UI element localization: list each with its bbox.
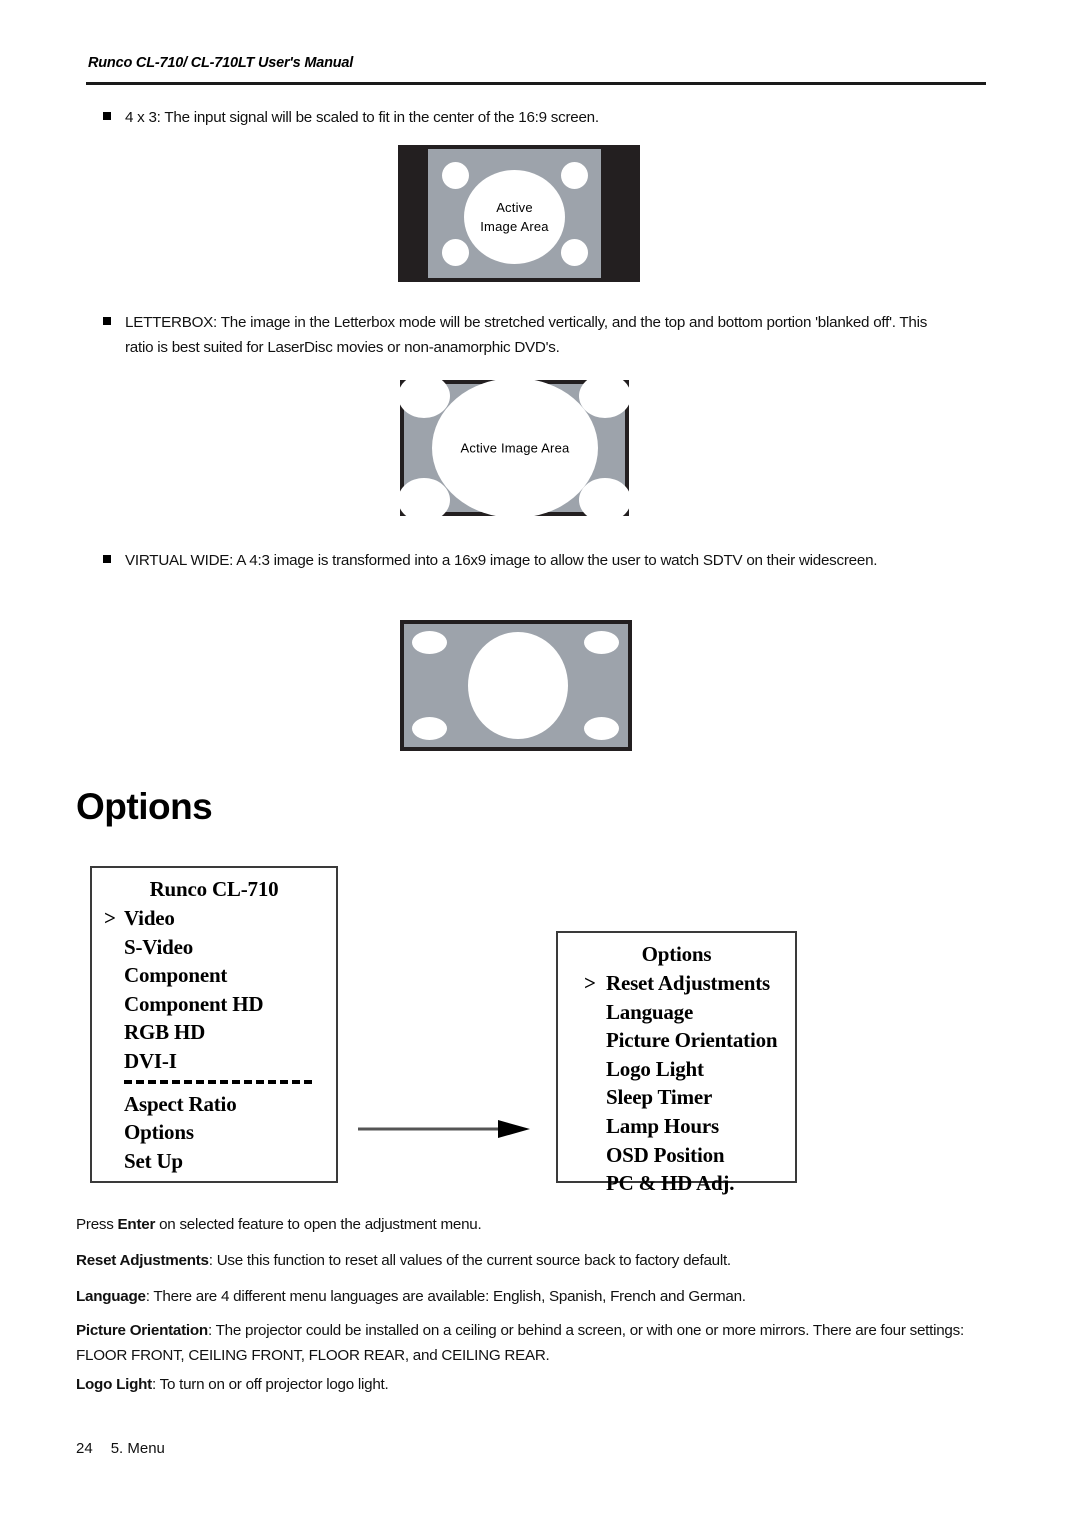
term-picture-orientation: Picture Orientation	[76, 1322, 208, 1339]
active-image-label: Active Image Area	[460, 440, 570, 456]
osd-item-label: Aspect Ratio	[124, 1091, 237, 1116]
active-image-label-line1: Active	[496, 200, 533, 215]
paragraph-language: Language: There are 4 different menu lan…	[76, 1284, 966, 1309]
corner-dot-bottom-left	[398, 478, 450, 522]
osd-item-label: Picture Orientation	[606, 1028, 778, 1053]
selection-caret-icon: >	[584, 971, 596, 995]
corner-dot-bottom-left	[412, 717, 447, 740]
osd-item-label: PC & HD Adj.	[606, 1171, 735, 1196]
bullet-text: LETTERBOX: The image in the Letterbox mo…	[125, 314, 928, 356]
active-image-blob	[468, 632, 568, 739]
page-footer: 24 5. Menu	[76, 1440, 165, 1457]
osd-item-aspect-ratio[interactable]: Aspect Ratio	[92, 1090, 336, 1119]
osd-item-logo-light[interactable]: Logo Light	[558, 1055, 795, 1084]
corner-dot-bottom-right	[561, 239, 588, 266]
running-header: Runco CL-710/ CL-710LT User's Manual	[88, 55, 354, 71]
osd-item-sleep-timer[interactable]: Sleep Timer	[558, 1083, 795, 1112]
active-image-label-line2: Image Area	[480, 219, 549, 234]
document-page: Runco CL-710/ CL-710LT User's Manual 4 x…	[0, 0, 1080, 1528]
paragraph-logo-light: Logo Light: To turn on or off projector …	[76, 1372, 956, 1397]
active-image-label: Active Image Area	[464, 198, 565, 236]
active-image-blob: Active Image Area	[464, 170, 565, 264]
bullet-paragraph-letterbox: LETTERBOX: The image in the Letterbox mo…	[103, 310, 955, 360]
osd-item-dvi-i[interactable]: DVI-I	[92, 1047, 336, 1076]
paragraph-picture-orientation: Picture Orientation: The projector could…	[76, 1318, 971, 1368]
footer-chapter: 5. Menu	[110, 1440, 165, 1457]
term-language: Language	[76, 1288, 146, 1305]
diagram-4x3-field: Active Image Area	[428, 149, 601, 278]
osd-item-label: S-Video	[124, 934, 193, 959]
paragraph-press-enter: Press Enter on selected feature to open …	[76, 1212, 956, 1237]
osd-item-reset-adjustments[interactable]: > Reset Adjustments	[558, 969, 795, 998]
osd-item-lamp-hours[interactable]: Lamp Hours	[558, 1112, 795, 1141]
footer-page-number: 24	[76, 1440, 93, 1457]
osd-item-label: Reset Adjustments	[606, 971, 771, 995]
osd-item-label: OSD Position	[606, 1142, 725, 1167]
bullet-paragraph-4x3: 4 x 3: The input signal will be scaled t…	[103, 105, 955, 130]
osd-item-osd-position[interactable]: OSD Position	[558, 1141, 795, 1170]
section-heading-options: Options	[76, 786, 213, 827]
osd-item-picture-orientation[interactable]: Picture Orientation	[558, 1026, 795, 1055]
term-reset-adjustments: Reset Adjustments	[76, 1252, 209, 1269]
osd-item-label: Language	[606, 999, 694, 1024]
osd-menu-main-title: Runco CL-710	[149, 877, 279, 901]
corner-dot-top-right	[584, 631, 619, 654]
osd-menu-divider	[124, 1079, 312, 1084]
osd-item-language[interactable]: Language	[558, 998, 795, 1027]
osd-item-label: Logo Light	[606, 1056, 704, 1081]
bullet-text: 4 x 3: The input signal will be scaled t…	[125, 109, 599, 126]
osd-item-label: Component HD	[124, 991, 264, 1016]
press-enter-key: Enter	[117, 1216, 156, 1233]
osd-item-component-hd[interactable]: Component HD	[92, 990, 336, 1019]
corner-dot-bottom-left	[442, 239, 469, 266]
osd-item-s-video[interactable]: S-Video	[92, 933, 336, 962]
osd-item-video[interactable]: > Video	[92, 904, 336, 933]
osd-item-label: Lamp Hours	[606, 1113, 719, 1138]
corner-dot-top-right	[561, 162, 588, 189]
definition-reset-adjustments: : Use this function to reset all values …	[208, 1252, 731, 1269]
osd-item-pc-hd-adj[interactable]: PC & HD Adj.	[558, 1169, 795, 1198]
osd-item-rgb-hd[interactable]: RGB HD	[92, 1018, 336, 1047]
osd-item-label: Component	[124, 963, 228, 988]
paragraph-reset-adjustments: Reset Adjustments: Use this function to …	[76, 1248, 966, 1273]
active-image-blob: Active Image Area	[432, 378, 598, 518]
definition-language: : There are 4 different menu languages a…	[145, 1288, 746, 1305]
osd-item-label: RGB HD	[124, 1020, 206, 1045]
square-bullet-icon	[103, 317, 111, 325]
header-rule	[86, 82, 986, 85]
diagram-4x3: Active Image Area	[398, 145, 640, 282]
corner-dot-top-right	[579, 374, 631, 418]
osd-menu-main: Runco CL-710 > Video S-Video Component C…	[90, 866, 338, 1183]
bullet-paragraph-virtual-wide: VIRTUAL WIDE: A 4:3 image is transformed…	[103, 548, 940, 573]
osd-item-component[interactable]: Component	[92, 961, 336, 990]
osd-menu-options-title: Options	[641, 942, 712, 966]
osd-item-options[interactable]: Options	[92, 1118, 336, 1147]
definition-picture-orientation: : The projector could be installed on a …	[76, 1322, 964, 1364]
corner-dot-bottom-right	[579, 478, 631, 522]
corner-dot-top-left	[412, 631, 447, 654]
osd-item-label: Set Up	[124, 1148, 183, 1173]
bullet-text: VIRTUAL WIDE: A 4:3 image is transformed…	[125, 552, 878, 569]
corner-dot-top-left	[398, 374, 450, 418]
osd-item-label: Sleep Timer	[606, 1085, 713, 1110]
press-enter-rest: on selected feature to open the adjustme…	[155, 1216, 482, 1233]
flow-arrow-icon	[358, 1118, 530, 1140]
square-bullet-icon	[103, 112, 111, 120]
diagram-letterbox: Active Image Area	[398, 374, 631, 522]
corner-dot-bottom-right	[584, 717, 619, 740]
osd-item-set-up[interactable]: Set Up	[92, 1147, 336, 1176]
selection-caret-icon: >	[104, 906, 116, 930]
term-logo-light: Logo Light	[76, 1376, 152, 1393]
diagram-virtual-wide	[400, 620, 632, 751]
osd-menu-options: Options > Reset Adjustments Language Pic…	[556, 931, 797, 1195]
osd-item-label: Options	[124, 1120, 194, 1145]
definition-logo-light: : To turn on or off projector logo light…	[151, 1376, 389, 1393]
corner-dot-top-left	[442, 162, 469, 189]
square-bullet-icon	[103, 555, 111, 563]
osd-item-label: DVI-I	[124, 1048, 177, 1073]
osd-item-label: Video	[124, 906, 175, 930]
press-enter-lead: Press	[76, 1216, 118, 1233]
